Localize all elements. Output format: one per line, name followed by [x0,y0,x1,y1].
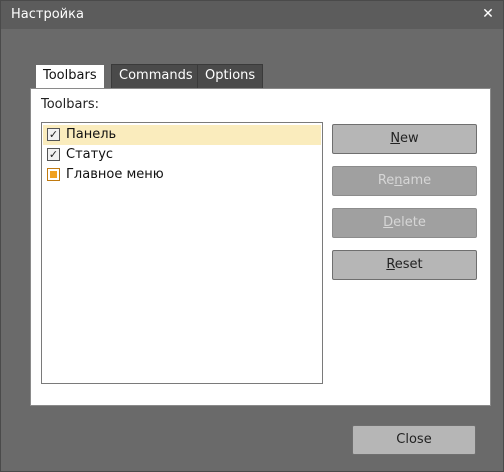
list-item[interactable]: ✓ Панель [43,125,321,145]
checkbox-partial[interactable] [47,168,60,181]
list-item[interactable]: Главное меню [43,165,321,185]
new-button[interactable]: New [332,124,477,154]
tab-toolbars[interactable]: Toolbars [35,64,105,89]
tab-content-panel: Toolbars: ✓ Панель ✓ Статус Главное меню… [30,88,491,406]
close-button[interactable]: Close [352,425,476,455]
checkbox-checked[interactable]: ✓ [47,148,60,161]
tab-options[interactable]: Options [197,64,264,88]
reset-button[interactable]: Reset [332,250,477,280]
customize-dialog: Настройка ✕ Toolbars Commands Options To… [0,0,504,472]
close-icon[interactable]: ✕ [479,5,497,23]
window-title: Настройка [11,7,84,22]
rename-button[interactable]: Rename [332,166,477,196]
checkmark-icon: ✓ [48,128,59,141]
list-item-label: Панель [66,127,117,142]
checkbox-checked[interactable]: ✓ [47,128,60,141]
title-bar[interactable]: Настройка ✕ [1,1,503,29]
list-item-label: Статус [66,147,114,162]
delete-button[interactable]: Delete [332,208,477,238]
list-item[interactable]: ✓ Статус [43,145,321,165]
checkmark-icon: ✓ [48,148,59,161]
toolbars-label: Toolbars: [41,97,99,112]
toolbars-list[interactable]: ✓ Панель ✓ Статус Главное меню [41,122,323,384]
list-item-label: Главное меню [66,167,164,182]
tab-commands[interactable]: Commands [111,64,201,88]
